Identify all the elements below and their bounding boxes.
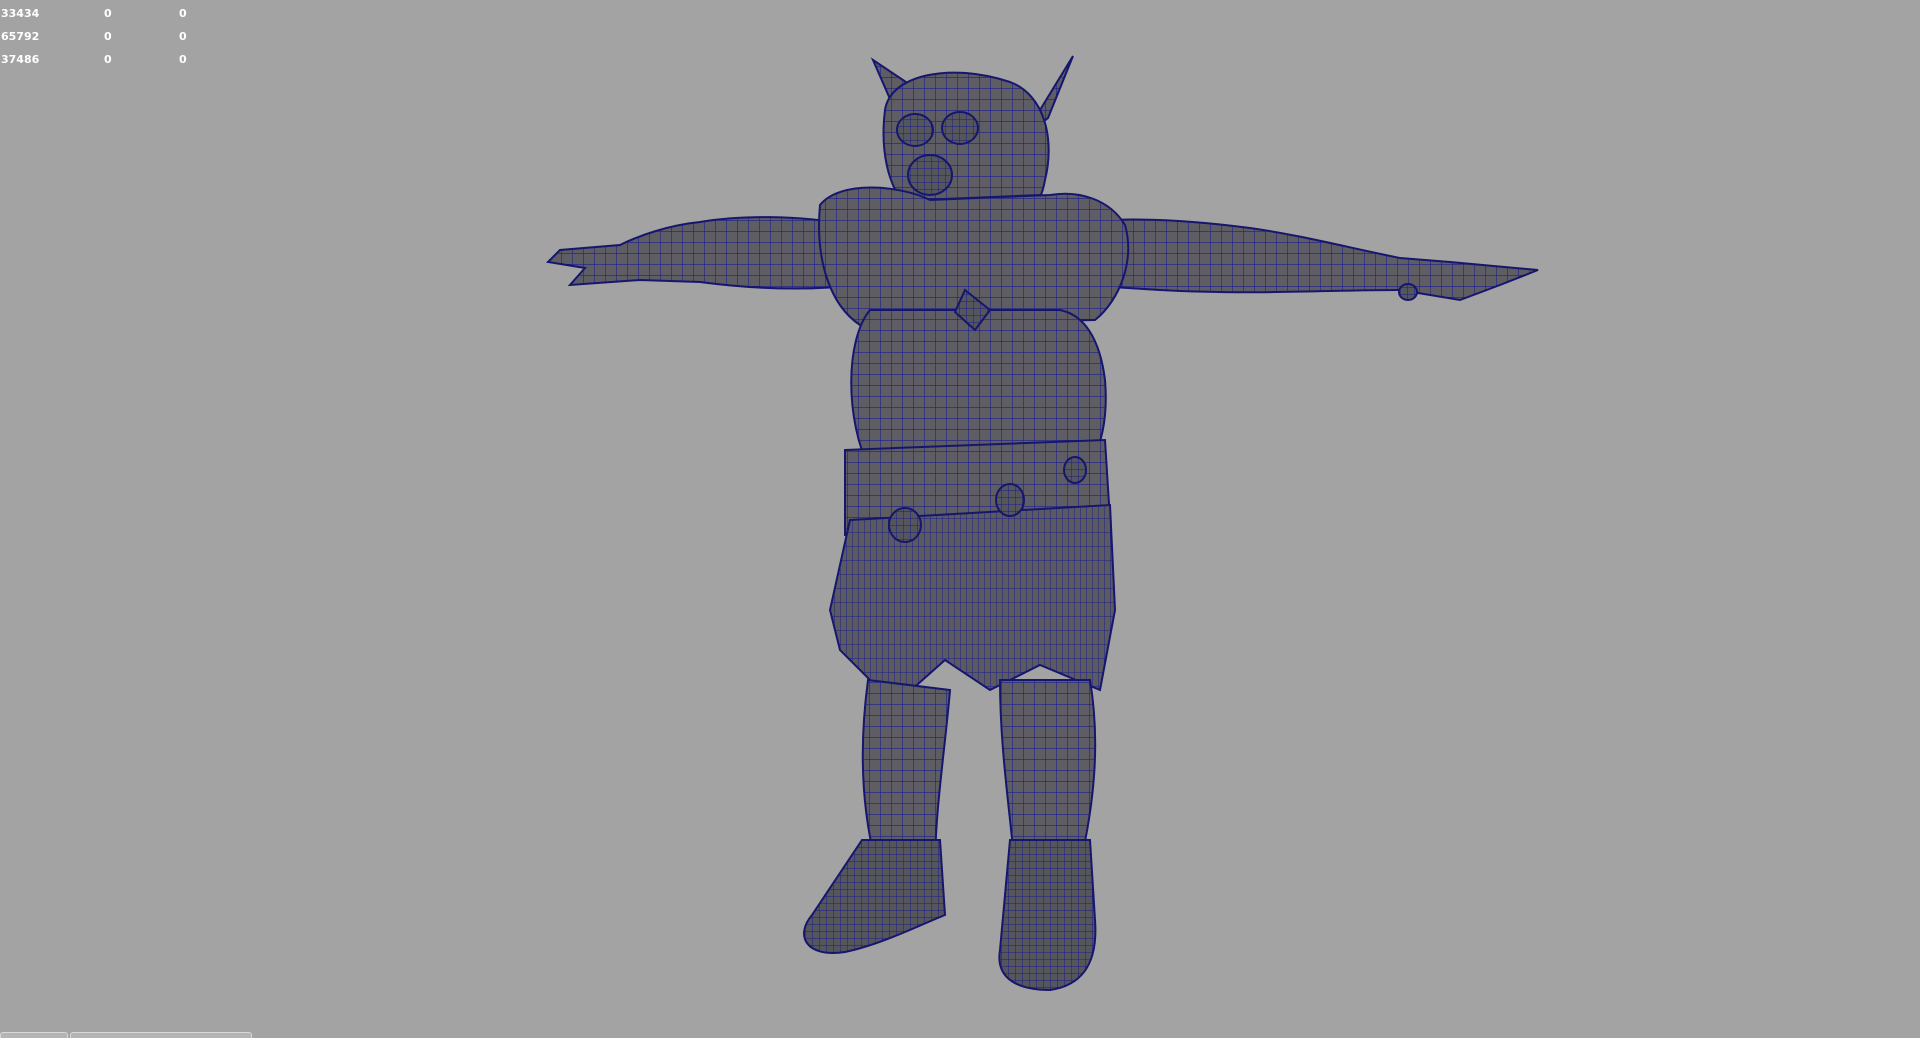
goblin-model[interactable] — [0, 0, 1920, 1038]
timeline-tabs[interactable] — [0, 1032, 256, 1038]
tab[interactable] — [70, 1032, 252, 1038]
mesh-body — [545, 55, 1539, 992]
3d-viewport[interactable]: 33434 0 0 65792 0 0 37486 0 0 — [0, 0, 1920, 1038]
tab[interactable] — [0, 1032, 68, 1038]
